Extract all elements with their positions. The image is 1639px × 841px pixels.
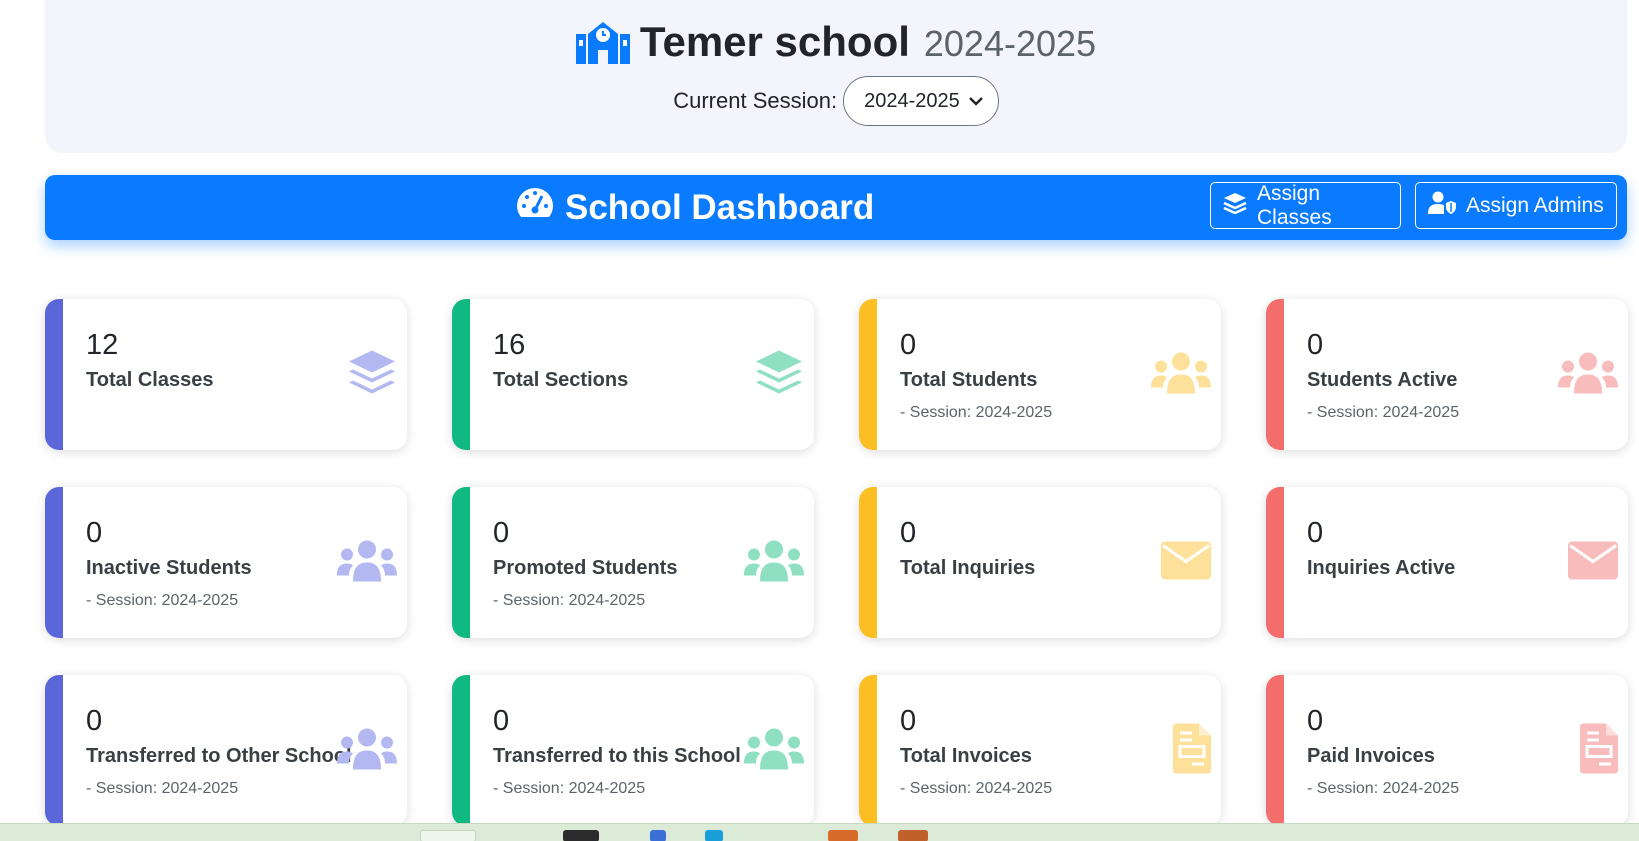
stat-label: Total Inquiries — [900, 557, 1036, 579]
stat-label: Total Students — [900, 369, 1038, 391]
assign-classes-button[interactable]: Assign Classes — [1210, 182, 1401, 229]
card-accent-stripe — [1266, 675, 1284, 826]
taskbar — [0, 823, 1639, 841]
stat-value: 0 — [900, 329, 917, 361]
user-shield-icon — [1428, 191, 1456, 221]
card-accent-stripe — [452, 487, 470, 638]
layers-icon — [347, 348, 397, 401]
stat-label: Transferred to this School — [493, 745, 741, 767]
school-icon — [575, 20, 630, 64]
stat-label: Inactive Students — [86, 557, 252, 579]
card-accent-stripe — [859, 299, 877, 450]
stat-card[interactable]: 0 Total Students - Session: 2024-2025 — [859, 299, 1221, 450]
speedometer-icon — [515, 186, 555, 229]
stat-value: 12 — [86, 329, 119, 361]
users-icon — [337, 539, 397, 586]
card-accent-stripe — [859, 487, 877, 638]
stat-value: 0 — [1307, 705, 1324, 737]
card-accent-stripe — [452, 299, 470, 450]
users-icon — [744, 727, 804, 774]
stat-session: - Session: 2024-2025 — [1307, 404, 1460, 421]
stat-label: Promoted Students — [493, 557, 678, 579]
stat-label: Paid Invoices — [1307, 745, 1435, 767]
stat-card[interactable]: 0 Total Inquiries — [859, 487, 1221, 638]
stat-value: 0 — [86, 705, 103, 737]
stat-card[interactable]: 0 Inquiries Active — [1266, 487, 1628, 638]
taskbar-clock — [1540, 830, 1600, 841]
school-name: Temer school — [639, 18, 910, 65]
card-accent-stripe — [1266, 487, 1284, 638]
chevron-down-icon — [968, 90, 984, 113]
stat-card[interactable]: 0 Transferred to Other School - Session: 2… — [45, 675, 407, 826]
envelope-icon — [1161, 541, 1211, 584]
stat-value: 0 — [1307, 329, 1324, 361]
layers-icon — [1223, 192, 1247, 220]
stat-value: 0 — [900, 517, 917, 549]
stat-session: - Session: 2024-2025 — [493, 780, 646, 797]
card-accent-stripe — [45, 487, 63, 638]
title-row: Temer school 2024-2025 — [45, 18, 1627, 66]
stat-session: - Session: 2024-2025 — [900, 404, 1053, 421]
session-label: Current Session: — [673, 88, 838, 113]
stat-card[interactable]: 0 Paid Invoices - Session: 2024-2025 — [1266, 675, 1628, 826]
session-select-value: 2024-2025 — [864, 89, 960, 112]
users-icon — [744, 539, 804, 586]
dashboard-bar: School Dashboard Assign Classes Assign A… — [45, 175, 1627, 240]
invoice-icon — [1580, 723, 1618, 778]
card-accent-stripe — [1266, 299, 1284, 450]
card-accent-stripe — [45, 299, 63, 450]
card-accent-stripe — [859, 675, 877, 826]
stat-card[interactable]: 16 Total Sections — [452, 299, 814, 450]
stat-label: Total Sections — [493, 369, 629, 391]
invoice-icon — [1173, 723, 1211, 778]
stat-label: Inquiries Active — [1307, 557, 1456, 579]
taskbar-item[interactable] — [898, 830, 928, 841]
stat-session: - Session: 2024-2025 — [493, 592, 646, 609]
users-icon — [1151, 351, 1211, 398]
school-year: 2024-2025 — [923, 23, 1097, 64]
stat-card[interactable]: 0 Total Invoices - Session: 2024-2025 — [859, 675, 1221, 826]
stat-value: 0 — [86, 517, 103, 549]
stat-card[interactable]: 0 Transferred to this School - Session: 20… — [452, 675, 814, 826]
stat-label: Transferred to Other School — [86, 745, 352, 767]
stat-label: Total Classes — [86, 369, 214, 391]
stat-value: 0 — [900, 705, 917, 737]
stat-session: - Session: 2024-2025 — [900, 780, 1053, 797]
assign-admins-button[interactable]: Assign Admins — [1415, 182, 1617, 229]
session-select[interactable]: 2024-2025 — [843, 76, 999, 126]
stat-session: - Session: 2024-2025 — [86, 780, 239, 797]
card-accent-stripe — [45, 675, 63, 826]
dashboard-title: School Dashboard — [515, 175, 874, 240]
stat-value: 0 — [1307, 517, 1324, 549]
stat-label: Total Invoices — [900, 745, 1032, 767]
taskbar-item[interactable] — [563, 830, 599, 841]
session-row: Current Session: 2024-2025 — [45, 76, 1627, 126]
assign-admins-label: Assign Admins — [1466, 193, 1604, 217]
taskbar-item[interactable] — [828, 830, 858, 841]
stat-card[interactable]: 0 Inactive Students - Session: 2024-2025 — [45, 487, 407, 638]
taskbar-item[interactable] — [420, 830, 476, 841]
stat-label: Students Active — [1307, 369, 1458, 391]
stat-session: - Session: 2024-2025 — [1307, 780, 1460, 797]
stat-value: 16 — [493, 329, 526, 361]
stat-session: - Session: 2024-2025 — [86, 592, 239, 609]
stat-card[interactable]: 12 Total Classes — [45, 299, 407, 450]
layers-icon — [754, 348, 804, 401]
school-header: Temer school 2024-2025 Current Session: … — [45, 0, 1627, 153]
envelope-icon — [1568, 541, 1618, 584]
users-icon — [1558, 351, 1618, 398]
taskbar-item[interactable] — [650, 830, 666, 841]
users-icon — [337, 727, 397, 774]
assign-classes-label: Assign Classes — [1257, 181, 1332, 229]
stat-value: 0 — [493, 705, 510, 737]
taskbar-item[interactable] — [705, 830, 723, 841]
stat-card[interactable]: 0 Students Active - Session: 2024-2025 — [1266, 299, 1628, 450]
stat-value: 0 — [493, 517, 510, 549]
stat-card[interactable]: 0 Promoted Students - Session: 2024-2025 — [452, 487, 814, 638]
dashboard-title-text: School Dashboard — [565, 187, 875, 227]
card-accent-stripe — [452, 675, 470, 826]
